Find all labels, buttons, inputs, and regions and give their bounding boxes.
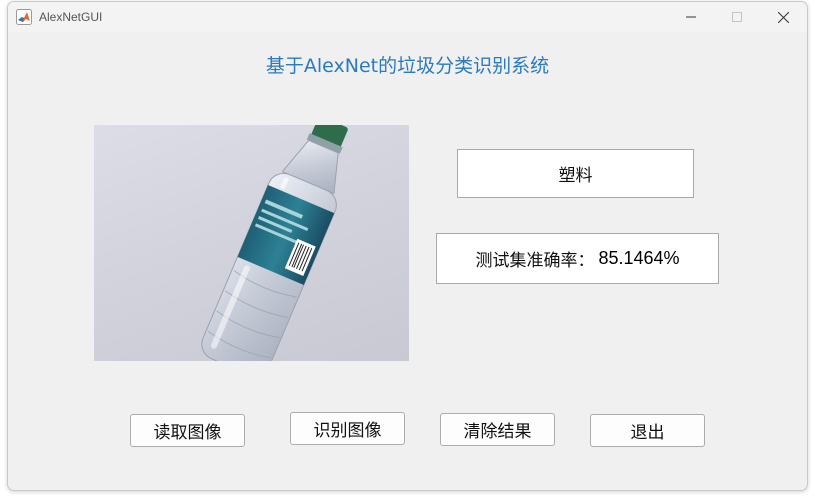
- minimize-button[interactable]: [668, 2, 714, 32]
- clear-results-button[interactable]: 清除结果: [440, 413, 555, 446]
- matlab-logo-icon: [16, 9, 32, 25]
- classification-result-display: 塑料: [457, 149, 694, 198]
- maximize-button[interactable]: [714, 2, 760, 32]
- window-title: AlexNetGUI: [39, 10, 103, 24]
- minimize-icon: [686, 16, 696, 18]
- read-image-button[interactable]: 读取图像: [130, 414, 245, 447]
- maximize-icon: [732, 12, 742, 22]
- plastic-bottle-photo: [201, 125, 348, 361]
- close-icon: [777, 11, 789, 23]
- app-window: AlexNetGUI 基于AlexNet的垃圾分类识别系统 塑料 测试集准确率：…: [7, 1, 808, 491]
- close-button[interactable]: [760, 2, 806, 32]
- image-display: [94, 125, 409, 361]
- accuracy-display: 测试集准确率： 85.1464%: [436, 233, 719, 284]
- exit-button[interactable]: 退出: [590, 414, 705, 447]
- recognize-image-button[interactable]: 识别图像: [290, 412, 405, 445]
- app-title: 基于AlexNet的垃圾分类识别系统: [265, 55, 550, 77]
- title-bar[interactable]: AlexNetGUI: [8, 2, 807, 32]
- accuracy-label: 测试集准确率：: [475, 251, 595, 271]
- accuracy-value: 85.1464%: [598, 248, 680, 268]
- classification-result-text: 塑料: [558, 166, 593, 186]
